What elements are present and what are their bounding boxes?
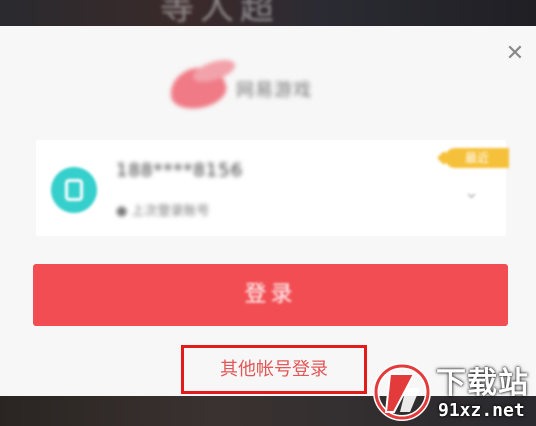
login-button-label: 登录 bbox=[244, 282, 297, 307]
phone-icon bbox=[65, 179, 83, 201]
logo-text: 网易游戏 bbox=[236, 80, 312, 101]
login-button[interactable]: 登录 bbox=[33, 264, 508, 326]
account-subtitle: ● 上次登录账号 bbox=[116, 204, 210, 219]
close-icon[interactable]: ✕ bbox=[503, 42, 527, 66]
chevron-down-icon[interactable]: ⌄ bbox=[464, 184, 482, 202]
watermark-logo-icon bbox=[373, 363, 431, 421]
account-avatar-icon bbox=[51, 167, 97, 213]
site-watermark: 下载站 91xz.net bbox=[370, 356, 536, 426]
saved-account-card[interactable]: 188****8156 ● 上次登录账号 最近 ⌄ bbox=[36, 140, 509, 236]
account-name: 188****8156 bbox=[116, 160, 244, 181]
other-account-login-link[interactable]: 其他帐号登录 bbox=[181, 345, 367, 394]
recent-badge: 最近 bbox=[445, 148, 509, 168]
watermark-text-cn: 下载站 bbox=[436, 366, 529, 401]
background-game-title: 等人超 bbox=[160, 0, 280, 28]
netease-games-logo: 网易游戏 bbox=[166, 55, 370, 114]
watermark-text-url: 91xz.net bbox=[438, 400, 525, 421]
